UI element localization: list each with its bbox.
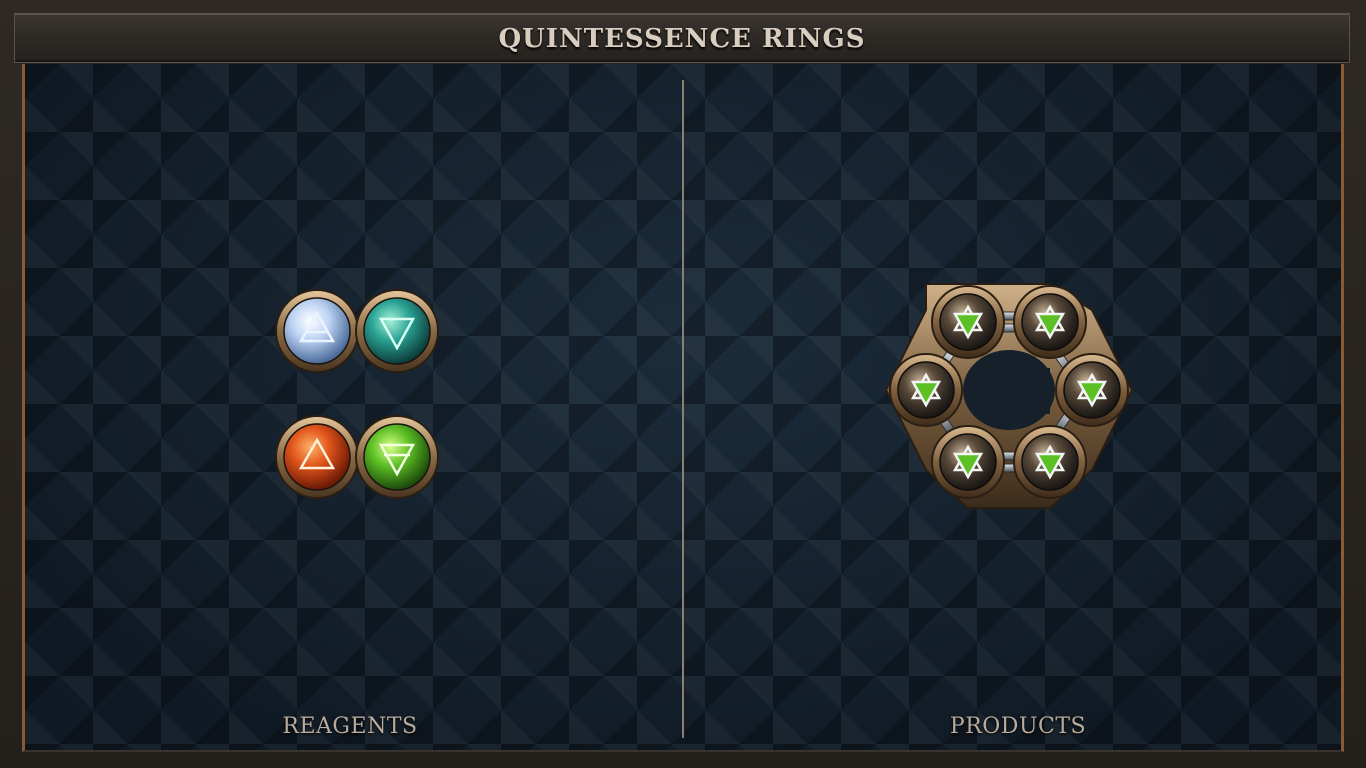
fire-atom[interactable] [275, 415, 359, 499]
water-atom[interactable] [355, 289, 439, 373]
reagent-molecule-air-water[interactable] [272, 286, 442, 376]
air-atom[interactable] [275, 289, 359, 373]
reagent-molecule-fire-earth[interactable] [272, 412, 442, 502]
panel-divider [682, 80, 684, 738]
earth-atom[interactable] [355, 415, 439, 499]
product-molecule-quintessence-ring[interactable] [884, 272, 1134, 512]
products-label: PRODUCTS [949, 714, 1087, 739]
quintessence-atom[interactable] [1013, 285, 1087, 359]
reagents-label: REAGENTS [282, 714, 418, 739]
quintessence-atom[interactable] [1013, 425, 1087, 499]
quintessence-atom[interactable] [889, 353, 963, 427]
quintessence-atom[interactable] [1055, 353, 1129, 427]
quintessence-atom[interactable] [931, 425, 1005, 499]
quintessence-atom[interactable] [931, 285, 1005, 359]
title-bar: QUINTESSENCE RINGS [14, 13, 1350, 63]
puzzle-title: QUINTESSENCE RINGS [498, 24, 866, 54]
